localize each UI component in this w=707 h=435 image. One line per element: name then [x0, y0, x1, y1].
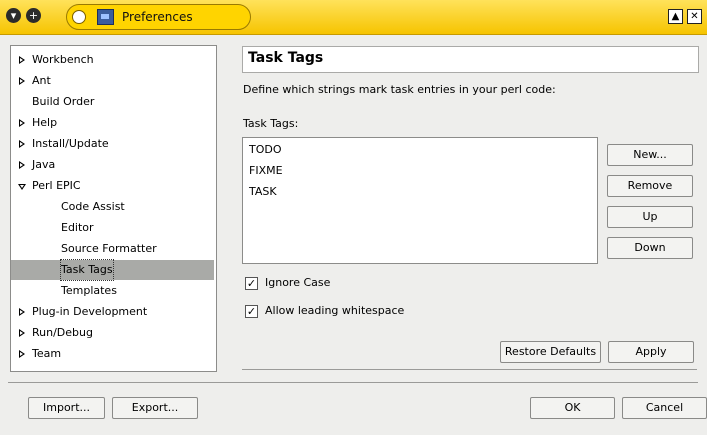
- tree-item-label: Plug-in Development: [32, 305, 148, 318]
- window-title: Preferences: [122, 10, 193, 24]
- allow-whitespace-label: Allow leading whitespace: [265, 304, 405, 317]
- tree-item[interactable]: Code Assist: [11, 197, 214, 217]
- remove-tag-button[interactable]: Remove: [607, 175, 693, 197]
- collapsed-arrow-icon[interactable]: [19, 350, 25, 358]
- ignore-case-label: Ignore Case: [265, 276, 331, 289]
- page-description: Define which strings mark task entries i…: [243, 83, 556, 96]
- tree-item-label: Ant: [32, 74, 51, 87]
- collapsed-arrow-icon[interactable]: [19, 119, 25, 127]
- tree-item[interactable]: Perl EPIC: [11, 176, 214, 196]
- tree-item-label: Workbench: [32, 53, 94, 66]
- tree-item-label: Help: [32, 116, 58, 129]
- window-menu-icon[interactable]: ▾: [6, 8, 21, 23]
- tree-item-label: Templates: [61, 284, 117, 297]
- collapsed-arrow-icon[interactable]: [19, 77, 25, 85]
- title-bullet-icon: [72, 10, 86, 24]
- tree-item[interactable]: Team: [11, 344, 214, 364]
- tree-item-label: Perl EPIC: [32, 179, 81, 192]
- tree-item-label: Build Order: [32, 95, 95, 108]
- apply-button[interactable]: Apply: [608, 341, 694, 363]
- export-button[interactable]: Export...: [112, 397, 198, 419]
- collapsed-arrow-icon[interactable]: [19, 140, 25, 148]
- list-item[interactable]: TASK: [249, 184, 277, 200]
- list-item[interactable]: FIXME: [249, 163, 283, 179]
- cancel-button[interactable]: Cancel: [622, 397, 707, 419]
- ok-button[interactable]: OK: [530, 397, 615, 419]
- collapsed-arrow-icon[interactable]: [19, 56, 25, 64]
- restore-defaults-button[interactable]: Restore Defaults: [500, 341, 601, 363]
- list-item[interactable]: TODO: [249, 142, 282, 158]
- footer-separator: [8, 382, 698, 383]
- tree-item[interactable]: Editor: [11, 218, 214, 238]
- tree-item-label: Run/Debug: [32, 326, 93, 339]
- page-title: Task Tags: [248, 50, 324, 66]
- tree-item[interactable]: Help: [11, 113, 214, 133]
- import-button[interactable]: Import...: [28, 397, 105, 419]
- move-down-button[interactable]: Down: [607, 237, 693, 259]
- tree-item[interactable]: Install/Update: [11, 134, 214, 154]
- ignore-case-checkbox[interactable]: ✓: [245, 277, 258, 290]
- move-up-button[interactable]: Up: [607, 206, 693, 228]
- tree-item[interactable]: Task Tags: [11, 259, 214, 281]
- maximize-icon[interactable]: ▲: [668, 9, 683, 24]
- tree-item[interactable]: Templates: [11, 281, 214, 301]
- tree-item[interactable]: Build Order: [11, 92, 214, 112]
- new-tag-button[interactable]: New...: [607, 144, 693, 166]
- task-tags-label: Task Tags:: [243, 117, 299, 130]
- tree-item[interactable]: Run/Debug: [11, 323, 214, 343]
- task-tags-list[interactable]: TODO FIXME TASK: [242, 137, 598, 264]
- close-icon[interactable]: ✕: [687, 9, 702, 24]
- tree-item[interactable]: Workbench: [11, 50, 214, 70]
- preferences-app-icon: [97, 9, 114, 25]
- tree-item-label: Editor: [61, 221, 94, 234]
- preference-tree[interactable]: Workbench Ant Build Order Help Install/Updat…: [10, 45, 217, 372]
- page-separator: [242, 369, 697, 370]
- tree-item[interactable]: Plug-in Development: [11, 302, 214, 322]
- tree-item[interactable]: Java: [11, 155, 214, 175]
- allow-whitespace-checkbox[interactable]: ✓: [245, 305, 258, 318]
- tree-item[interactable]: Ant: [11, 71, 214, 91]
- expanded-arrow-icon[interactable]: [18, 184, 26, 190]
- tree-item[interactable]: Source Formatter: [11, 239, 214, 259]
- tree-item-label: Task Tags: [60, 259, 114, 281]
- tree-item-label: Java: [32, 158, 56, 171]
- tree-item-label: Team: [32, 347, 62, 360]
- collapsed-arrow-icon[interactable]: [19, 161, 25, 169]
- collapsed-arrow-icon[interactable]: [19, 329, 25, 337]
- collapsed-arrow-icon[interactable]: [19, 308, 25, 316]
- window-add-icon[interactable]: +: [26, 8, 41, 23]
- tree-item-label: Code Assist: [61, 200, 125, 213]
- tree-item-label: Install/Update: [32, 137, 109, 150]
- tree-item-label: Source Formatter: [61, 242, 157, 255]
